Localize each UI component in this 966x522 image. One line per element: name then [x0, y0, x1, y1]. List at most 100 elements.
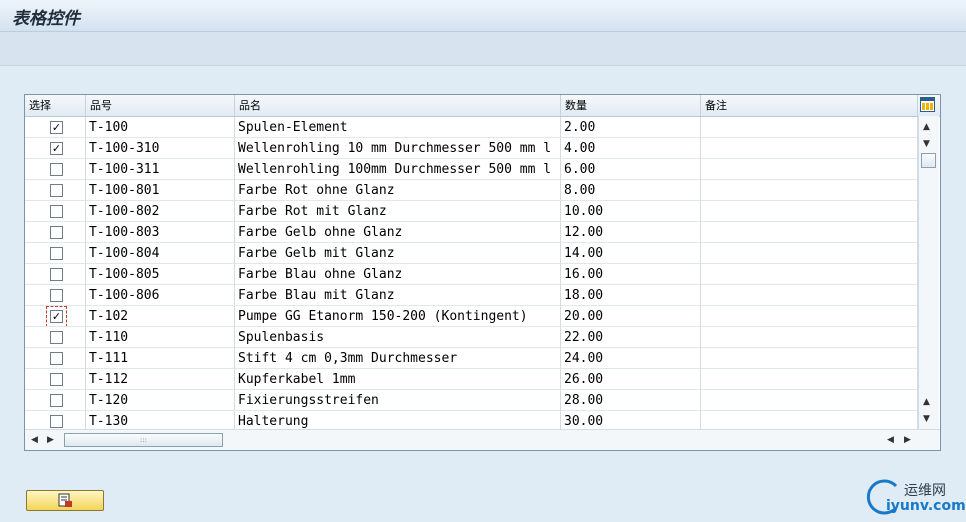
row-select-checkbox[interactable]	[50, 268, 63, 281]
code-cell[interactable]: T-100-805	[86, 264, 235, 285]
row-select-checkbox[interactable]	[50, 373, 63, 386]
name-cell[interactable]: Spulen-Element	[235, 117, 561, 138]
table-layout-icon[interactable]	[920, 97, 935, 112]
scroll-page-down-icon[interactable]: ▼	[923, 414, 930, 424]
scroll-down-icon[interactable]: ▼	[923, 139, 930, 149]
code-cell[interactable]: T-100-801	[86, 180, 235, 201]
row-select-checkbox[interactable]	[50, 184, 63, 197]
horizontal-scroll-thumb[interactable]: :::	[64, 433, 223, 447]
row-select-checkbox[interactable]	[50, 352, 63, 365]
column-header-note[interactable]: 备注	[701, 95, 918, 116]
qty-cell[interactable]: 12.00	[561, 222, 701, 243]
code-cell[interactable]: T-100-311	[86, 159, 235, 180]
row-select-checkbox[interactable]	[50, 415, 63, 428]
name-cell[interactable]: Farbe Blau ohne Glanz	[235, 264, 561, 285]
scroll-right-icon[interactable]: ▶	[47, 435, 54, 445]
name-cell[interactable]: Farbe Blau mit Glanz	[235, 285, 561, 306]
note-cell[interactable]	[701, 327, 918, 348]
table-row: T-100-806 Farbe Blau mit Glanz 18.00	[25, 285, 918, 306]
code-cell[interactable]: T-100	[86, 117, 235, 138]
qty-cell[interactable]: 18.00	[561, 285, 701, 306]
column-header-name[interactable]: 品名	[235, 95, 561, 116]
name-cell[interactable]: Wellenrohling 100mm Durchmesser 500 mm l	[235, 159, 561, 180]
code-cell[interactable]: T-100-310	[86, 138, 235, 159]
table-row: T-120 Fixierungsstreifen 28.00	[25, 390, 918, 411]
horizontal-scrollbar[interactable]: ◀ ▶ ::: ◀ ▶	[25, 429, 940, 450]
vertical-scroll-thumb[interactable]	[921, 153, 936, 168]
name-cell[interactable]: Farbe Gelb ohne Glanz	[235, 222, 561, 243]
qty-cell[interactable]: 6.00	[561, 159, 701, 180]
column-header-code[interactable]: 品号	[86, 95, 235, 116]
vertical-scrollbar[interactable]: ▲ ▼ ▲ ▼	[918, 116, 939, 429]
code-cell[interactable]: T-100-802	[86, 201, 235, 222]
note-cell[interactable]	[701, 306, 918, 327]
name-cell[interactable]: Pumpe GG Etanorm 150-200 (Kontingent)	[235, 306, 561, 327]
code-cell[interactable]: T-112	[86, 369, 235, 390]
row-select-checkbox[interactable]	[50, 226, 63, 239]
qty-cell[interactable]: 2.00	[561, 117, 701, 138]
name-cell[interactable]: Kupferkabel 1mm	[235, 369, 561, 390]
qty-cell[interactable]: 24.00	[561, 348, 701, 369]
note-cell[interactable]	[701, 264, 918, 285]
code-cell[interactable]: T-110	[86, 327, 235, 348]
code-cell[interactable]: T-111	[86, 348, 235, 369]
code-cell[interactable]: T-102	[86, 306, 235, 327]
name-cell[interactable]: Stift 4 cm 0,3mm Durchmesser	[235, 348, 561, 369]
row-select-checkbox[interactable]: ✓	[46, 306, 67, 326]
note-cell[interactable]	[701, 390, 918, 411]
qty-cell[interactable]: 10.00	[561, 201, 701, 222]
qty-cell[interactable]: 28.00	[561, 390, 701, 411]
scroll-far-right-icon[interactable]: ▶	[904, 435, 911, 445]
code-cell[interactable]: T-100-804	[86, 243, 235, 264]
note-cell[interactable]	[701, 369, 918, 390]
qty-cell[interactable]: 8.00	[561, 180, 701, 201]
note-cell[interactable]	[701, 180, 918, 201]
row-select-checkbox[interactable]	[50, 289, 63, 302]
name-cell[interactable]: Fixierungsstreifen	[235, 390, 561, 411]
qty-cell[interactable]: 4.00	[561, 138, 701, 159]
row-select-checkbox[interactable]: ✓	[50, 121, 63, 134]
qty-cell[interactable]: 16.00	[561, 264, 701, 285]
scroll-up-icon[interactable]: ▲	[923, 122, 930, 132]
scroll-far-left-icon[interactable]: ◀	[887, 435, 894, 445]
note-cell[interactable]	[701, 222, 918, 243]
note-cell[interactable]	[701, 117, 918, 138]
select-cell	[25, 159, 86, 180]
row-select-checkbox[interactable]	[50, 394, 63, 407]
title-bar: 表格控件	[0, 0, 966, 32]
column-header-qty[interactable]: 数量	[561, 95, 701, 116]
note-cell[interactable]	[701, 348, 918, 369]
note-cell[interactable]	[701, 285, 918, 306]
select-cell	[25, 243, 86, 264]
qty-cell[interactable]: 20.00	[561, 306, 701, 327]
row-select-checkbox[interactable]	[50, 205, 63, 218]
name-cell[interactable]: Farbe Rot ohne Glanz	[235, 180, 561, 201]
code-cell[interactable]: T-100-806	[86, 285, 235, 306]
code-cell[interactable]: T-100-803	[86, 222, 235, 243]
table-row: T-110 Spulenbasis 22.00	[25, 327, 918, 348]
qty-cell[interactable]: 14.00	[561, 243, 701, 264]
qty-cell[interactable]: 26.00	[561, 369, 701, 390]
qty-cell[interactable]: 22.00	[561, 327, 701, 348]
note-cell[interactable]	[701, 138, 918, 159]
select-cell	[25, 327, 86, 348]
exit-button[interactable]	[26, 490, 104, 511]
name-cell[interactable]: Farbe Rot mit Glanz	[235, 201, 561, 222]
note-cell[interactable]	[701, 243, 918, 264]
note-cell[interactable]	[701, 201, 918, 222]
name-cell[interactable]: Farbe Gelb mit Glanz	[235, 243, 561, 264]
code-cell[interactable]: T-120	[86, 390, 235, 411]
window-title: 表格控件	[12, 9, 80, 29]
scroll-left-icon[interactable]: ◀	[31, 435, 38, 445]
select-cell: ✓	[25, 138, 86, 159]
row-select-checkbox[interactable]	[50, 247, 63, 260]
row-select-checkbox[interactable]: ✓	[50, 142, 63, 155]
table-row: T-100-804 Farbe Gelb mit Glanz 14.00	[25, 243, 918, 264]
column-header-select[interactable]: 选择	[25, 95, 86, 116]
note-cell[interactable]	[701, 159, 918, 180]
name-cell[interactable]: Wellenrohling 10 mm Durchmesser 500 mm l	[235, 138, 561, 159]
row-select-checkbox[interactable]	[50, 331, 63, 344]
name-cell[interactable]: Spulenbasis	[235, 327, 561, 348]
scroll-page-up-icon[interactable]: ▲	[923, 397, 930, 407]
row-select-checkbox[interactable]	[50, 163, 63, 176]
